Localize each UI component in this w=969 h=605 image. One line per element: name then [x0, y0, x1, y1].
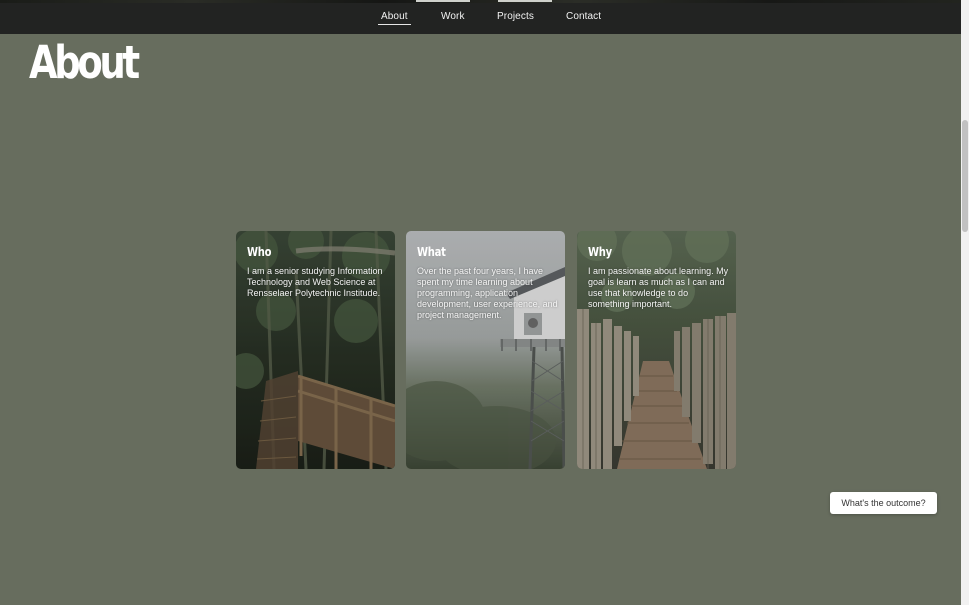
- card-what[interactable]: What Over the past four years, I have sp…: [406, 231, 565, 469]
- card-text: I am passionate about learning. My goal …: [588, 266, 729, 309]
- nav-item-about[interactable]: About: [378, 11, 411, 25]
- nav-item-projects[interactable]: Projects: [497, 11, 534, 22]
- card-why[interactable]: Why I am passionate about learning. My g…: [577, 231, 736, 469]
- card-title: Why: [588, 244, 612, 259]
- top-strip-highlight: [416, 0, 470, 2]
- page: About Work Projects Contact About Who I …: [0, 0, 969, 605]
- card-text: Over the past four years, I have spent m…: [417, 266, 558, 320]
- vertical-scrollbar[interactable]: [961, 0, 969, 605]
- top-navbar: About Work Projects Contact: [0, 3, 961, 34]
- scrollbar-thumb[interactable]: [962, 120, 968, 232]
- nav-item-work[interactable]: Work: [441, 11, 465, 22]
- whats-the-outcome-button[interactable]: What's the outcome?: [830, 492, 937, 514]
- card-who[interactable]: Who I am a senior studying Information T…: [236, 231, 395, 469]
- card-text: I am a senior studying Information Techn…: [247, 266, 383, 298]
- top-strip-highlight: [498, 0, 552, 2]
- card-title: What: [417, 244, 446, 259]
- nav-item-contact[interactable]: Contact: [566, 11, 601, 22]
- card-title: Who: [247, 244, 272, 259]
- page-title: About: [29, 36, 140, 89]
